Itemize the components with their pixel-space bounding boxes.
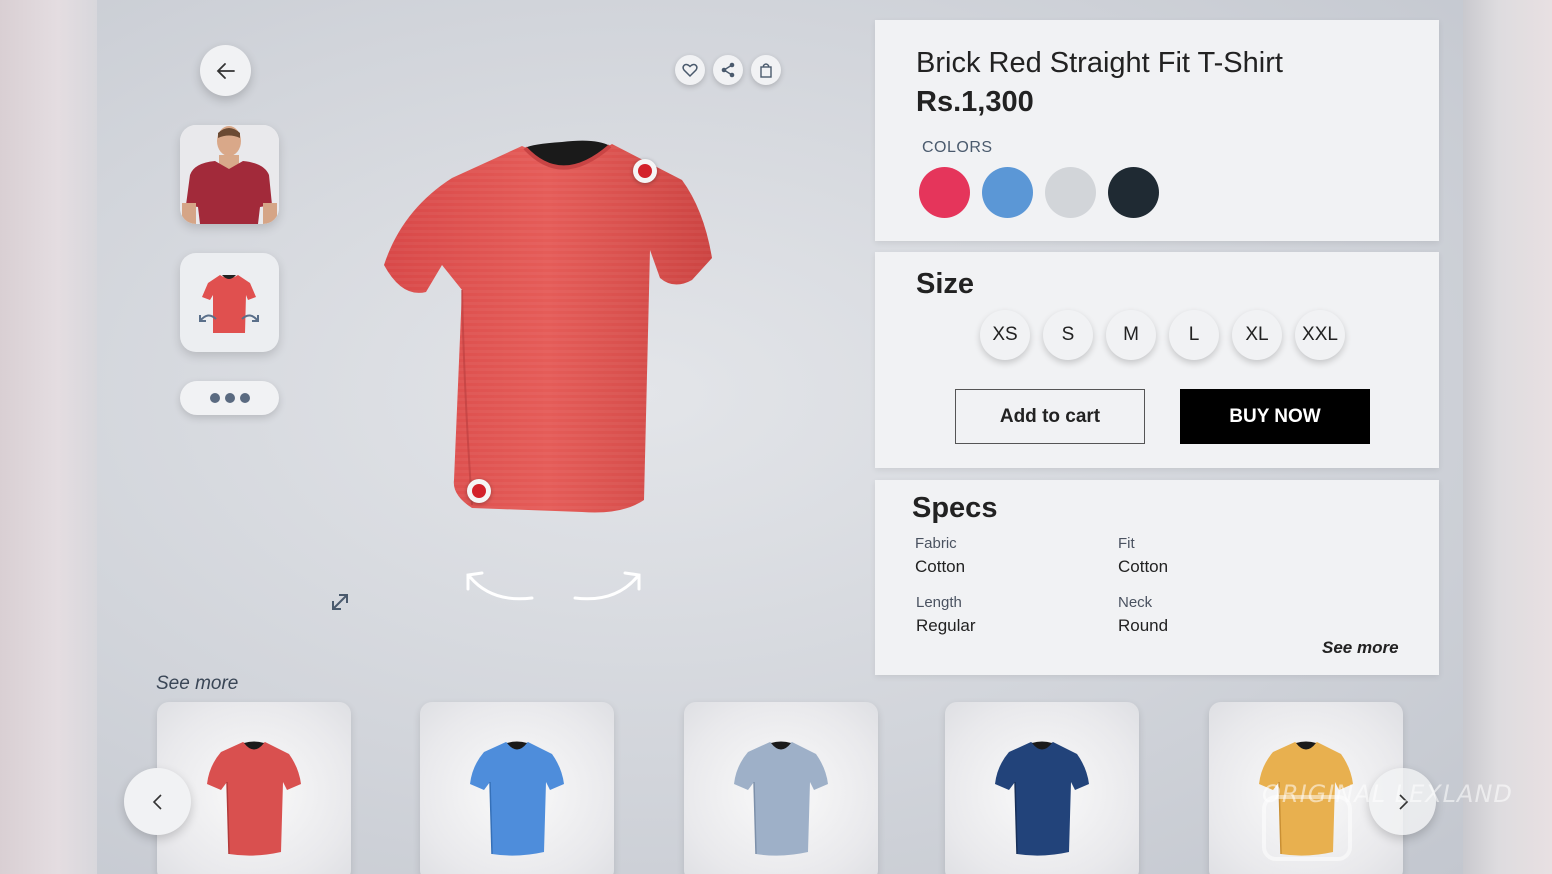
background-right [1463,0,1552,874]
size-panel: Size XS S M L XL XXL Add to cart BUY NOW [875,252,1439,468]
spec-fit-value: Cotton [1118,557,1169,576]
buy-now-button[interactable]: BUY NOW [1180,389,1370,444]
expand-icon[interactable] [329,591,351,613]
bag-button[interactable] [751,55,781,85]
size-option-l[interactable]: L [1169,310,1219,360]
product-viewer-app: Brick Red Straight Fit T-Shirt Rs.1,300 … [97,0,1463,874]
spec-fabric-value: Cotton [915,557,966,576]
rotate-right-icon[interactable] [570,565,645,605]
color-swatch-grey[interactable] [1045,167,1096,218]
thumbnail-model[interactable] [180,125,279,224]
dot [224,393,235,403]
hotspot-dot [472,484,486,498]
back-button[interactable] [200,45,251,96]
model-photo [180,125,279,224]
color-swatch-navy[interactable] [1108,167,1159,218]
related-card[interactable] [945,702,1139,874]
spec-fit-label: Fit [1118,535,1135,552]
tshirt-thumbnail [470,741,564,856]
tshirt-3d-thumb [199,275,259,333]
dot [239,393,250,403]
spec-fabric-label: Fabric [915,535,957,552]
product-price: Rs.1,300 [916,86,1034,118]
watermark-text: ORIGINAL LEXLAND [1262,780,1513,808]
size-heading: Size [916,268,975,300]
more-thumbnails-button[interactable] [180,381,279,415]
spec-length-value: Regular [916,616,976,635]
background-left [0,0,97,874]
product-title: Brick Red Straight Fit T-Shirt [916,47,1283,79]
hotspot[interactable] [633,159,657,183]
share-icon [721,62,735,78]
size-option-s[interactable]: S [1043,310,1093,360]
color-swatch-red[interactable] [919,167,970,218]
heart-icon [682,63,698,78]
related-see-more-label[interactable]: See more [156,673,238,695]
tshirt-thumbnail [995,741,1089,856]
favorite-button[interactable] [675,55,705,85]
share-button[interactable] [713,55,743,85]
colors-label: COLORS [922,139,993,156]
size-option-m[interactable]: M [1106,310,1156,360]
spec-neck-value: Round [1118,616,1169,635]
shopping-bag-icon [760,63,772,78]
tshirt-thumbnail [207,741,301,856]
color-swatch-blue[interactable] [982,167,1033,218]
back-arrow-icon [216,62,235,79]
size-option-xs[interactable]: XS [980,310,1030,360]
spec-neck-label: Neck [1118,594,1153,611]
add-to-cart-button[interactable]: Add to cart [955,389,1145,444]
size-option-xl[interactable]: XL [1232,310,1282,360]
size-option-xxl[interactable]: XXL [1295,310,1345,360]
related-card[interactable] [420,702,614,874]
carousel-prev-button[interactable] [124,768,191,835]
chevron-left-icon [152,793,162,810]
main-tshirt-model [384,140,712,513]
related-card[interactable] [684,702,878,874]
hotspot-dot [638,164,652,178]
specs-see-more-link[interactable]: See more [1322,638,1399,658]
thumbnail-3d[interactable] [180,253,279,352]
specs-heading: Specs [912,492,998,524]
spec-length-label: Length [916,594,962,611]
product-info-panel: Brick Red Straight Fit T-Shirt Rs.1,300 … [875,20,1439,241]
hotspot[interactable] [467,479,491,503]
rotate-left-icon[interactable] [462,565,537,605]
tshirt-thumbnail [734,741,828,856]
dot [209,393,220,403]
specs-panel: Specs Fabric Cotton Fit Cotton Length Re… [875,480,1439,675]
